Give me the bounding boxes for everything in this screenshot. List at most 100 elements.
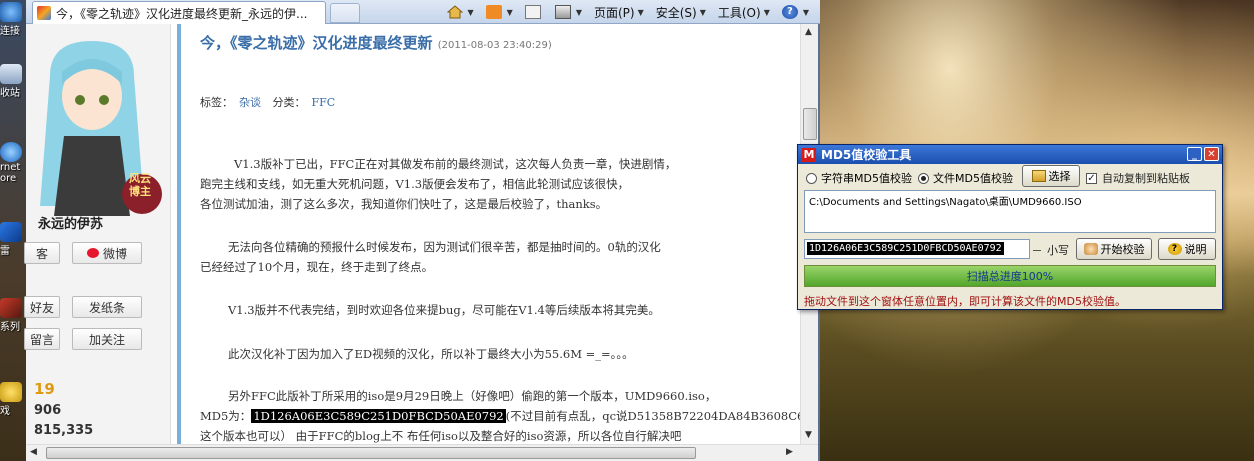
drag-drop-hint: 拖动文件到这个窗体任意位置内，即可计算该文件的MD5校验值。 (804, 295, 1126, 308)
thunder-icon (0, 222, 22, 242)
category-label: 分类： (272, 96, 306, 109)
file-path-field[interactable]: C:\Documents and Settings\Nagato\桌面\UMD9… (804, 190, 1216, 233)
button-label: 加关注 (88, 332, 125, 347)
help-icon: ? (781, 5, 798, 19)
help-button[interactable]: ? ▼ (777, 2, 814, 22)
vertical-scroll-thumb[interactable] (803, 108, 817, 140)
tools-menu-label: 工具(O) (717, 5, 761, 20)
scroll-up-icon[interactable]: ▲ (805, 27, 812, 37)
select-file-button[interactable]: 选择 (1022, 165, 1080, 187)
sidebar-button-follow[interactable]: 加关注 (72, 328, 142, 350)
close-button[interactable]: ✕ (1204, 147, 1219, 161)
command-bar: ▼ ▼ ▼ 页面(P) ▼ 安全(S) ▼ 工具(O) ▼ ? ▼ (442, 2, 815, 22)
home-button[interactable]: ▼ (442, 2, 479, 22)
desktop-icon-label: 戏 (0, 406, 10, 417)
file-path-text: C:\Documents and Settings\Nagato\桌面\UMD9… (809, 197, 1082, 208)
scroll-left-icon[interactable]: ◀ (30, 447, 37, 457)
radio-label: 字符串MD5值校验 (821, 172, 912, 185)
tab-title: 今，《零之轨迹》汉化进度最终更新_永远的伊... (56, 6, 308, 21)
radio-on-icon (918, 172, 929, 184)
paragraph-5: 另外FFC此版补丁所采用的iso是9月29日晚上（好像吧）偷跑的第一个版本，UM… (200, 386, 800, 444)
blog-name: 永远的伊苏 (38, 217, 104, 232)
tag-link[interactable]: 杂谈 (239, 96, 261, 109)
scroll-down-icon[interactable]: ▼ (805, 430, 812, 440)
minimize-button[interactable]: _ (1187, 147, 1202, 161)
hand-pointer-icon (1083, 243, 1098, 255)
desktop-icon-label: 连接 (0, 26, 20, 37)
browser-window: 今，《零之轨迹》汉化进度最终更新_永远的伊... ▼ ▼ ▼ 页面(P) ▼ 安全… (24, 0, 820, 461)
lowercase-checkbox[interactable]: 小写 (1033, 242, 1069, 258)
weibo-icon (86, 248, 99, 258)
article-timestamp: (2011-08-03 23:40:29) (437, 40, 552, 51)
md5-line: MD5为： 1D126A06E3C589C251D0FBCD50AE0792 (不过… (200, 406, 800, 426)
print-button[interactable]: ▼ (550, 2, 587, 22)
question-icon: ? (1167, 243, 1182, 255)
tags-label: 标签： (200, 96, 233, 109)
md5-tool-window: M MD5值校验工具 _ ✕ 字符串MD5值校验 文件MD5值校验 选择 ✓ 自动… (797, 144, 1223, 310)
checkbox-label: 小写 (1047, 244, 1069, 257)
desktop-icon-thunder[interactable]: 雷 (0, 222, 26, 257)
horizontal-scrollbar[interactable]: ◀ ▶ (26, 444, 818, 461)
paragraph-line: 这个版本也可以） 由于FFC的blog上不 布任何iso以及整合好的iso资源，… (200, 429, 682, 443)
sidebar-button-message[interactable]: 留言 (24, 328, 60, 350)
tab-bar: 今，《零之轨迹》汉化进度最终更新_永远的伊... ▼ ▼ ▼ 页面(P) ▼ 安全… (26, 0, 820, 24)
md5-result-text: 1D126A06E3C589C251D0FBCD50AE0792 (807, 242, 1004, 255)
feeds-button[interactable]: ▼ (481, 2, 518, 22)
desktop-icon-label: rnet ore (0, 162, 21, 184)
folder-icon (1031, 170, 1046, 182)
desktop-icon-network[interactable]: 连接 (0, 2, 26, 37)
desktop-icon-label: 系列 (0, 322, 20, 333)
site-favicon-icon (37, 6, 51, 20)
article-tags: 标签： 杂谈 分类： FFC (200, 94, 343, 110)
mail-icon (524, 5, 541, 19)
scroll-right-icon[interactable]: ▶ (786, 447, 793, 457)
safety-menu-label: 安全(S) (655, 5, 697, 20)
horizontal-scroll-thumb[interactable] (46, 447, 696, 459)
mail-button[interactable] (520, 2, 548, 22)
md5-titlebar[interactable]: M MD5值校验工具 _ ✕ (798, 145, 1222, 164)
new-tab-button[interactable] (330, 3, 360, 23)
paragraph-4: 此次汉化补丁因为加入了ED视频的汉化，所以补丁最终大小为55.6M =_=。。。 (200, 344, 796, 364)
desktop-icon-game[interactable]: 戏 (0, 382, 26, 417)
desktop-icon-app[interactable]: 系列 (0, 298, 26, 333)
blogger-badge: 风云博主 (129, 172, 151, 198)
auto-copy-checkbox[interactable]: ✓ 自动复制到粘贴板 (1086, 170, 1190, 186)
stat-value: 19 (34, 380, 55, 398)
button-label: 留言 (29, 332, 54, 347)
home-icon (446, 5, 463, 19)
safety-menu[interactable]: 安全(S) ▼ (651, 2, 711, 22)
sidebar-button-weibo[interactable]: 微博 (72, 242, 142, 264)
paragraph-1: V1.3版补丁已出，FFC正在对其做发布前的最终测试，这次每人负责一章，快进剧情… (200, 154, 796, 214)
radio-label: 文件MD5值校验 (933, 172, 1013, 185)
desktop-icon-label: 雷 (0, 246, 10, 257)
md5-result-field[interactable]: 1D126A06E3C589C251D0FBCD50AE0792 (804, 239, 1030, 259)
category-link[interactable]: FFC (312, 96, 336, 109)
stat-value: 906 (34, 403, 62, 418)
stat-value: 815,335 (34, 423, 94, 438)
progress-label: 扫描总进度100% (966, 270, 1054, 283)
button-label: 客 (35, 246, 48, 261)
article-title-text: 今，《零之轨迹》汉化进度最终更新 (200, 34, 433, 52)
desktop-icon-recycle-bin[interactable]: 收站 (0, 64, 26, 99)
help-info-button[interactable]: ? 说明 (1158, 238, 1216, 260)
desktop-icon-ie[interactable]: rnet ore (0, 142, 26, 184)
page-menu-label: 页面(P) (593, 5, 635, 20)
radio-string-md5[interactable]: 字符串MD5值校验 (806, 170, 912, 186)
game-icon (0, 382, 22, 402)
paragraph-2: 无法向各位精确的预报什么时候发布，因为测试们很辛苦，都是抽时间的。0轨的汉化 已… (200, 237, 796, 277)
radio-file-md5[interactable]: 文件MD5值校验 (918, 170, 1013, 186)
network-icon (0, 2, 22, 22)
sidebar-button-send-note[interactable]: 发纸条 (72, 296, 142, 318)
md5-window-title: MD5值校验工具 (821, 148, 912, 162)
sidebar-button-friend[interactable]: 好友 (24, 296, 60, 318)
active-tab[interactable]: 今，《零之轨迹》汉化进度最终更新_永远的伊... (32, 1, 326, 24)
tools-menu[interactable]: 工具(O) ▼ (713, 2, 775, 22)
sidebar-button-guest[interactable]: 客 (24, 242, 60, 264)
md5-highlighted-value[interactable]: 1D126A06E3C589C251D0FBCD50AE0792 (251, 409, 506, 423)
button-label: 开始校验 (1100, 243, 1145, 256)
printer-icon (554, 5, 571, 19)
page-menu[interactable]: 页面(P) ▼ (589, 2, 649, 22)
app-icon (0, 298, 22, 318)
start-verify-button[interactable]: 开始校验 (1076, 238, 1152, 260)
paragraph-3: V1.3版并不代表完结，到时欢迎各位来提bug，尽可能在V1.4等后续版本将其完… (200, 300, 796, 320)
